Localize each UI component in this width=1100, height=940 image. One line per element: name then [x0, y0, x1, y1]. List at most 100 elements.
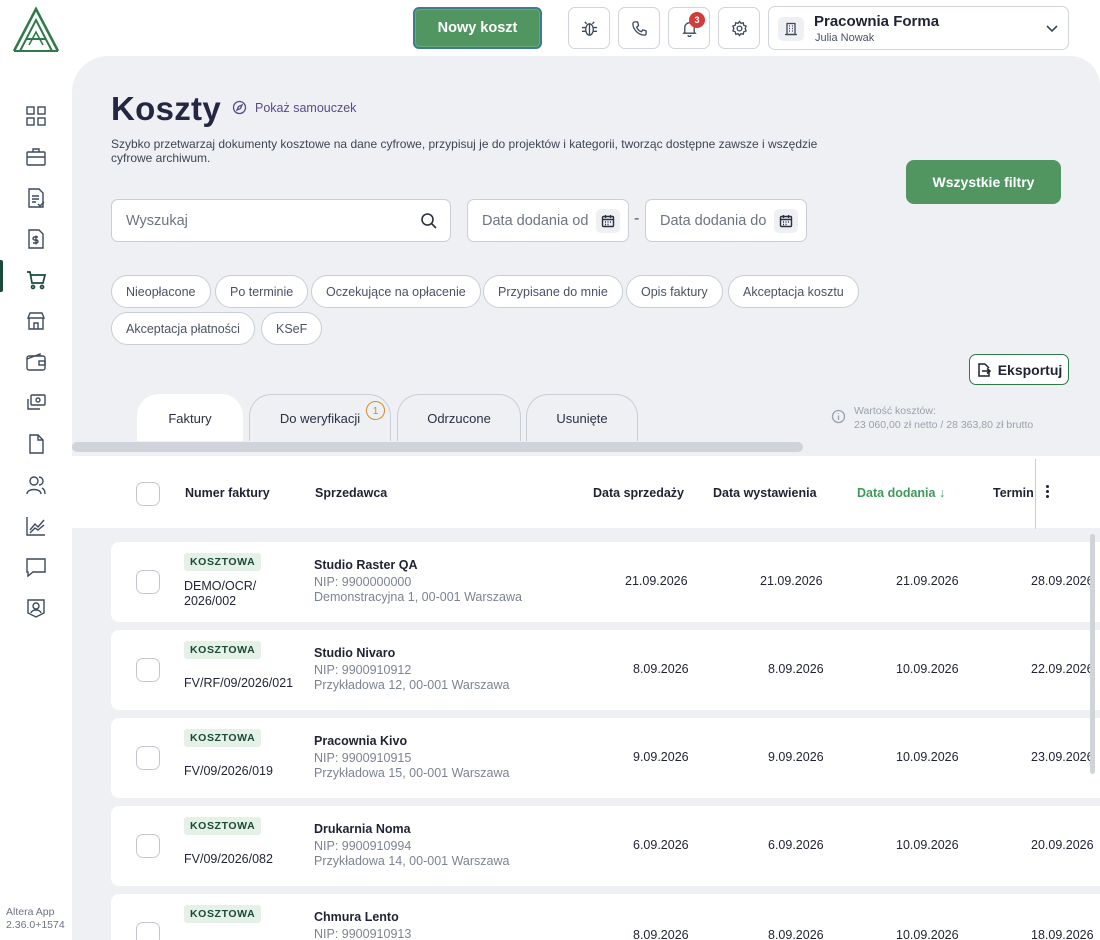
row-checkbox[interactable]	[136, 746, 160, 770]
tab-deleted[interactable]: Usunięte	[526, 394, 638, 441]
store-icon	[26, 311, 46, 330]
sidebar-item-contacts[interactable]	[0, 464, 72, 505]
invoice-type-tag: KOSZTOWA	[184, 641, 262, 659]
table-row[interactable]: KOSZTOWA Chmura Lento NIP: 9900910913 8.…	[111, 894, 1100, 940]
horizontal-scrollbar[interactable]	[72, 442, 803, 452]
filter-chip-assigned-to-me[interactable]: Przypisane do mnie	[483, 275, 623, 308]
due-date: 18.09.2026	[1031, 928, 1094, 940]
due-date: 22.09.2026	[1031, 662, 1094, 676]
seller-name: Chmura Lento	[314, 910, 399, 924]
sidebar-item-wallet[interactable]	[0, 341, 72, 382]
calendar-icon[interactable]	[774, 209, 798, 233]
show-tutorial-link[interactable]: Pokaż samouczek	[232, 100, 356, 115]
sidebar-item-account[interactable]	[0, 587, 72, 628]
chevron-down-icon	[1046, 25, 1058, 33]
table-row[interactable]: KOSZTOWA FV/RF/09/2026/021 Studio Nivaro…	[111, 630, 1100, 710]
money-document-icon	[28, 228, 44, 249]
invoice-type-tag: KOSZTOWA	[184, 905, 262, 923]
filter-chip-invoice-description[interactable]: Opis faktury	[626, 275, 723, 308]
table-header: Numer faktury Sprzedawca Data sprzedaży …	[72, 456, 1100, 529]
date-to-input[interactable]	[660, 200, 772, 241]
app-window: Altera App 2.36.0+1574 Nowy koszt 3 Prac…	[0, 0, 1100, 940]
tab-rejected[interactable]: Odrzucone	[397, 394, 521, 441]
sidebar-item-reports[interactable]	[0, 505, 72, 546]
phone-icon	[631, 20, 647, 36]
costs-value-amount: 23 060,00 zł netto / 28 363,80 zł brutto	[854, 419, 1034, 431]
notifications-badge: 3	[689, 12, 705, 28]
issue-date: 8.09.2026	[768, 662, 824, 676]
seller-nip: NIP: 9900910912	[314, 663, 412, 677]
tab-invoices[interactable]: Faktury	[137, 394, 243, 441]
page-description: Szybko przetwarzaj dokumenty kosztowe na…	[111, 137, 818, 165]
tutorial-label: Pokaż samouczek	[255, 100, 357, 115]
column-header-sale-date[interactable]: Data sprzedaży	[593, 486, 684, 500]
new-cost-button[interactable]: Nowy koszt	[413, 7, 542, 49]
date-from-input[interactable]	[482, 200, 594, 241]
seller-nip: NIP: 9900910913	[314, 927, 412, 940]
row-checkbox[interactable]	[136, 922, 160, 940]
seller-name: Drukarnia Noma	[314, 822, 411, 836]
row-checkbox[interactable]	[136, 834, 160, 858]
sidebar-item-dashboard[interactable]	[0, 95, 72, 136]
calendar-icon[interactable]	[596, 209, 620, 233]
page-title: Koszty	[111, 90, 221, 127]
sidebar-item-invoices[interactable]	[0, 177, 72, 218]
bug-report-button[interactable]	[568, 7, 610, 49]
seller-info: Studio Raster QA NIP: 9900000000 Demonst…	[314, 558, 522, 605]
table-row[interactable]: KOSZTOWA FV/09/2026/082 Drukarnia Noma N…	[111, 806, 1100, 886]
seller-info: Chmura Lento NIP: 9900910913	[314, 910, 411, 940]
settings-button[interactable]	[718, 7, 760, 49]
column-header-added-date[interactable]: Data dodania ↓	[857, 486, 945, 500]
sidebar-item-payments[interactable]	[0, 382, 72, 423]
column-header-issue-date[interactable]: Data wystawienia	[713, 486, 817, 500]
filter-chip-overdue[interactable]: Po terminie	[215, 275, 309, 308]
phone-button[interactable]	[618, 7, 660, 49]
column-header-due-date[interactable]: Termin	[993, 486, 1034, 500]
column-divider	[1035, 459, 1036, 529]
column-menu-icon[interactable]	[1042, 484, 1052, 500]
sidebar-item-documents[interactable]	[0, 423, 72, 464]
added-date: 10.09.2026	[896, 662, 959, 676]
vertical-scrollbar[interactable]	[1090, 534, 1095, 774]
issue-date: 21.09.2026	[760, 574, 823, 588]
filter-chip-payment-approval[interactable]: Akceptacja płatności	[111, 312, 255, 345]
filter-chip-awaiting-payment[interactable]: Oczekujące na opłacenie	[311, 275, 481, 308]
chart-icon	[26, 516, 45, 536]
invoice-number: FV/09/2026/019	[184, 764, 273, 778]
sidebar-item-store[interactable]	[0, 300, 72, 341]
row-checkbox[interactable]	[136, 658, 160, 682]
seller-info: Pracownia Kivo NIP: 9900910915 Przykłado…	[314, 734, 509, 781]
table-row[interactable]: KOSZTOWA DEMO/OCR/ 2026/002 Studio Raste…	[111, 542, 1100, 622]
row-checkbox[interactable]	[136, 570, 160, 594]
search-icon[interactable]	[420, 212, 438, 230]
column-header-seller[interactable]: Sprzedawca	[315, 486, 387, 500]
filter-chip-unpaid[interactable]: Nieopłacone	[111, 275, 211, 308]
payments-icon	[27, 393, 46, 410]
sale-date: 21.09.2026	[625, 574, 688, 588]
sidebar-item-messages[interactable]	[0, 546, 72, 587]
export-button[interactable]: Eksportuj	[969, 354, 1069, 385]
costs-value-summary: Wartość kosztów: 23 060,00 zł netto / 28…	[831, 404, 1033, 432]
sidebar-item-settlements[interactable]	[0, 218, 72, 259]
wallet-icon	[26, 352, 46, 371]
date-to-field	[645, 199, 807, 242]
all-filters-button[interactable]: Wszystkie filtry	[906, 160, 1061, 204]
invoice-type-tag: KOSZTOWA	[184, 729, 262, 747]
filter-chip-cost-approval[interactable]: Akceptacja kosztu	[728, 275, 859, 308]
select-all-checkbox[interactable]	[136, 482, 160, 506]
column-header-number[interactable]: Numer faktury	[185, 486, 270, 500]
seller-info: Studio Nivaro NIP: 9900910912 Przykładow…	[314, 646, 509, 693]
tab-to-verify[interactable]: Do weryfikacji 1	[249, 394, 391, 441]
company-switcher[interactable]: Pracownia Forma Julia Nowak	[768, 6, 1069, 50]
main-panel: Koszty Pokaż samouczek Szybko przetwarza…	[72, 56, 1100, 940]
notifications-button[interactable]: 3	[668, 7, 710, 49]
invoice-number: FV/09/2026/082	[184, 852, 273, 866]
sale-date: 6.09.2026	[633, 838, 689, 852]
table-row[interactable]: KOSZTOWA FV/09/2026/019 Pracownia Kivo N…	[111, 718, 1100, 798]
user-name: Julia Nowak	[815, 32, 875, 44]
sidebar-item-projects[interactable]	[0, 136, 72, 177]
invoice-number: FV/RF/09/2026/021	[184, 676, 294, 690]
sidebar-item-costs[interactable]	[0, 259, 72, 300]
filter-chip-ksef[interactable]: KSeF	[261, 312, 323, 345]
search-input[interactable]	[126, 200, 406, 241]
